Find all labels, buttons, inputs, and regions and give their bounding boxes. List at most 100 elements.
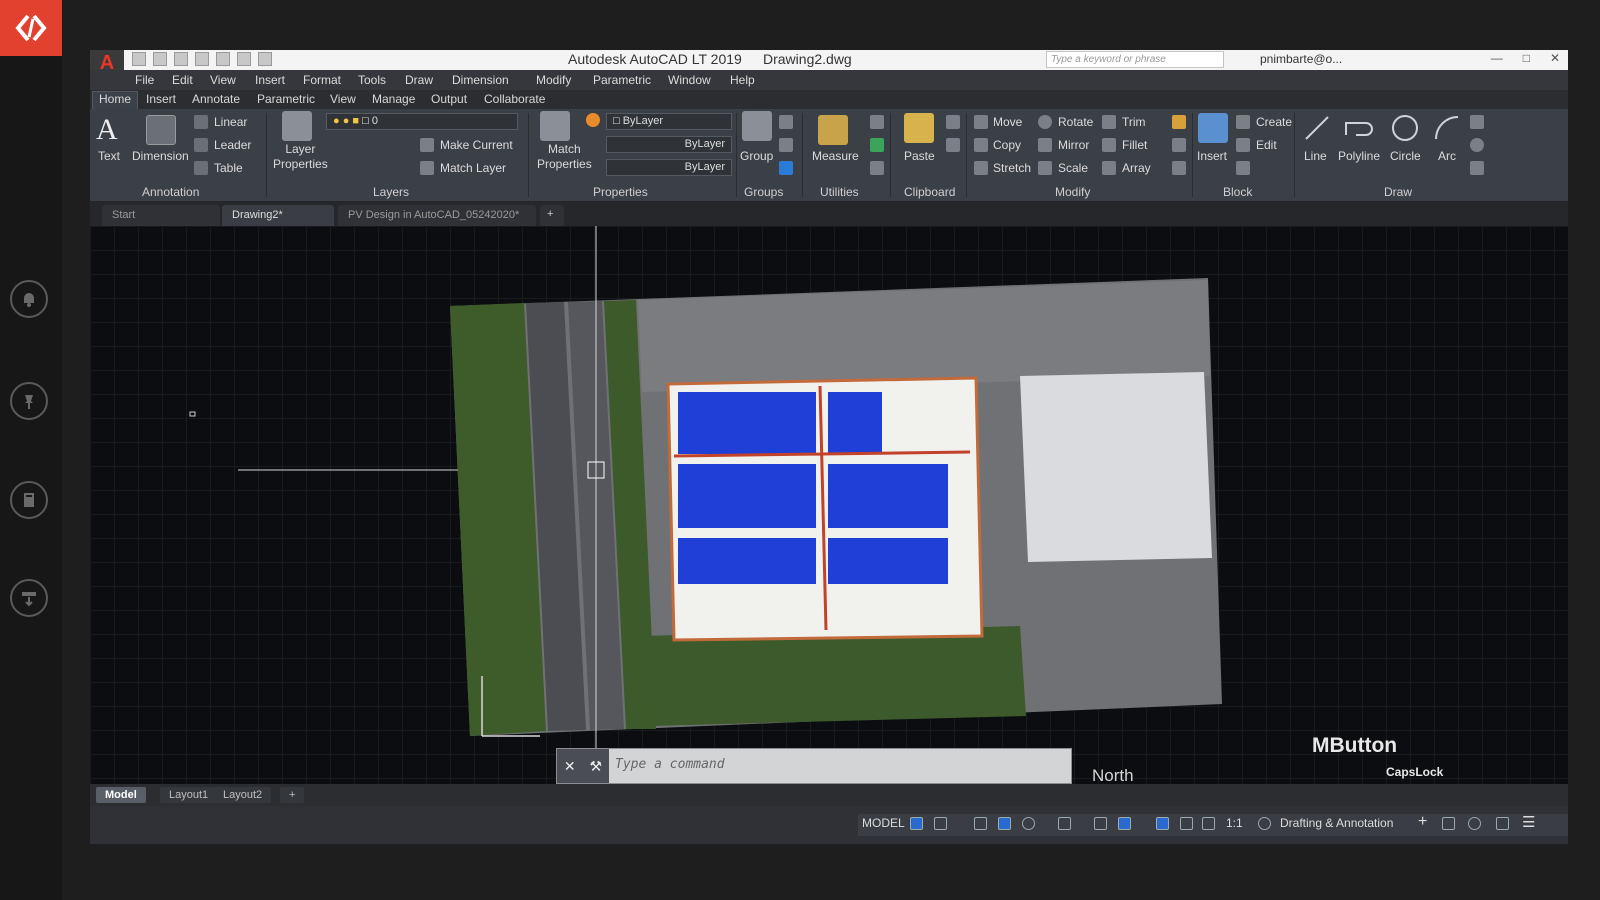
undo-icon[interactable] bbox=[237, 52, 251, 66]
menu-tools[interactable]: Tools bbox=[358, 73, 386, 87]
dimension-icon[interactable] bbox=[146, 115, 176, 145]
group-icon[interactable] bbox=[742, 111, 772, 141]
workspace-switch[interactable]: Drafting & Annotation bbox=[1280, 816, 1393, 830]
menu-edit[interactable]: Edit bbox=[172, 73, 193, 87]
grid-icon[interactable] bbox=[910, 817, 923, 830]
search-input[interactable]: Type a keyword or phrase bbox=[1046, 51, 1224, 68]
menu-modify[interactable]: Modify bbox=[536, 73, 571, 87]
explode-icon[interactable] bbox=[1172, 138, 1186, 152]
insert-block-icon[interactable] bbox=[1198, 113, 1228, 143]
groups-panel-label[interactable]: Groups bbox=[744, 185, 783, 199]
layers-panel-label[interactable]: Layers bbox=[373, 185, 409, 199]
measure-icon[interactable] bbox=[818, 115, 848, 145]
erase-icon[interactable] bbox=[1172, 115, 1186, 129]
mirror-button[interactable]: Mirror bbox=[1058, 138, 1089, 152]
tab-parametric[interactable]: Parametric bbox=[257, 92, 315, 106]
polyline-button[interactable]: Polyline bbox=[1338, 149, 1380, 163]
insert-button[interactable]: Insert bbox=[1197, 149, 1227, 163]
quick-select-icon[interactable] bbox=[870, 115, 884, 129]
leader-button[interactable]: Leader bbox=[214, 138, 251, 152]
match-properties-button[interactable]: Match Properties bbox=[537, 142, 592, 172]
close-icon[interactable]: ✕ bbox=[1550, 51, 1560, 65]
redo-icon[interactable] bbox=[258, 52, 272, 66]
drawing-viewport[interactable]: MButton CapsLock bbox=[90, 226, 1568, 784]
menu-help[interactable]: Help bbox=[730, 73, 755, 87]
tab-output[interactable]: Output bbox=[431, 92, 467, 106]
tab-manage[interactable]: Manage bbox=[372, 92, 415, 106]
menu-view[interactable]: View bbox=[210, 73, 236, 87]
menu-insert[interactable]: Insert bbox=[255, 73, 285, 87]
menu-file[interactable]: File bbox=[135, 73, 154, 87]
match-layer-button[interactable]: Match Layer bbox=[440, 161, 506, 175]
tab-insert[interactable]: Insert bbox=[146, 92, 176, 106]
bell-icon[interactable] bbox=[10, 280, 48, 318]
circle-icon[interactable] bbox=[1390, 113, 1420, 143]
copy-clip-icon[interactable] bbox=[946, 138, 960, 152]
group-edit-icon[interactable] bbox=[779, 138, 793, 152]
snap-icon[interactable] bbox=[934, 817, 947, 830]
gear-icon[interactable] bbox=[1258, 817, 1271, 830]
edit-button[interactable]: Edit bbox=[1256, 138, 1277, 152]
utilities-panel-label[interactable]: Utilities bbox=[820, 185, 859, 199]
ungroup-icon[interactable] bbox=[779, 115, 793, 129]
table-button[interactable]: Table bbox=[214, 161, 243, 175]
calculator-icon[interactable] bbox=[870, 138, 884, 152]
make-current-button[interactable]: Make Current bbox=[440, 138, 513, 152]
new-tab-button[interactable]: + bbox=[540, 205, 564, 226]
point-id-icon[interactable] bbox=[870, 161, 884, 175]
tab-pv-design[interactable]: PV Design in AutoCAD_05242020* bbox=[338, 205, 536, 226]
block-panel-label[interactable]: Block bbox=[1223, 185, 1252, 199]
hatch-icon[interactable] bbox=[1470, 161, 1484, 175]
osnap-icon[interactable] bbox=[1058, 817, 1071, 830]
lineweight-dropdown[interactable]: ByLayer bbox=[606, 159, 732, 176]
open-icon[interactable] bbox=[153, 52, 167, 66]
save-icon[interactable] bbox=[174, 52, 188, 66]
rotate-button[interactable]: Rotate bbox=[1058, 115, 1093, 129]
command-input[interactable]: Type a command bbox=[615, 757, 725, 772]
new-icon[interactable] bbox=[132, 52, 146, 66]
pin-icon[interactable] bbox=[10, 382, 48, 420]
tab-start[interactable]: Start bbox=[102, 205, 220, 226]
move-button[interactable]: Move bbox=[993, 115, 1022, 129]
color-dropdown[interactable]: □ ByLayer bbox=[606, 113, 732, 130]
transparency-icon[interactable] bbox=[1118, 817, 1131, 830]
tab-model[interactable]: Model bbox=[96, 787, 146, 803]
measure-button[interactable]: Measure bbox=[812, 149, 859, 163]
close-icon[interactable]: ✕ bbox=[564, 758, 576, 775]
array-button[interactable]: Array bbox=[1122, 161, 1151, 175]
arc-icon[interactable] bbox=[1432, 113, 1462, 143]
isolate-icon[interactable] bbox=[1442, 817, 1455, 830]
model-space-toggle[interactable]: MODEL bbox=[862, 816, 905, 830]
clean-screen-icon[interactable] bbox=[1468, 817, 1481, 830]
add-icon[interactable]: + bbox=[1418, 813, 1427, 831]
modify-panel-label[interactable]: Modify bbox=[1055, 185, 1090, 199]
add-layout-button[interactable]: + bbox=[280, 787, 305, 803]
ellipse-icon[interactable] bbox=[1470, 138, 1484, 152]
menu-window[interactable]: Window bbox=[668, 73, 711, 87]
ortho-icon[interactable] bbox=[974, 817, 987, 830]
circle-button[interactable]: Circle bbox=[1390, 149, 1421, 163]
layer-dropdown[interactable]: ● ● ■ □ 0 bbox=[326, 113, 518, 130]
polyline-icon[interactable] bbox=[1342, 113, 1376, 143]
fillet-button[interactable]: Fillet bbox=[1122, 138, 1147, 152]
properties-panel-label[interactable]: Properties bbox=[593, 185, 648, 199]
annotation-scale-icon[interactable] bbox=[1202, 817, 1215, 830]
block-attributes-icon[interactable] bbox=[1236, 161, 1250, 175]
hardware-acceleration-icon[interactable] bbox=[1496, 817, 1509, 830]
tab-layout2[interactable]: Layout2 bbox=[214, 787, 272, 803]
menu-parametric[interactable]: Parametric bbox=[593, 73, 651, 87]
annotation-scale-value[interactable]: 1:1 bbox=[1226, 816, 1243, 830]
line-button[interactable]: Line bbox=[1304, 149, 1327, 163]
text-icon[interactable]: A bbox=[96, 113, 118, 147]
tab-drawing2[interactable]: Drawing2* bbox=[222, 205, 334, 226]
copy-button[interactable]: Copy bbox=[993, 138, 1021, 152]
tab-layout1[interactable]: Layout1 bbox=[160, 787, 218, 803]
auto-scale-icon[interactable] bbox=[1180, 817, 1193, 830]
brand-logo[interactable] bbox=[0, 0, 62, 56]
save-as-icon[interactable] bbox=[195, 52, 209, 66]
arc-button[interactable]: Arc bbox=[1438, 149, 1456, 163]
linetype-dropdown[interactable]: ByLayer bbox=[606, 136, 732, 153]
menu-format[interactable]: Format bbox=[303, 73, 341, 87]
tray-icon[interactable] bbox=[10, 579, 48, 617]
stretch-button[interactable]: Stretch bbox=[993, 161, 1031, 175]
